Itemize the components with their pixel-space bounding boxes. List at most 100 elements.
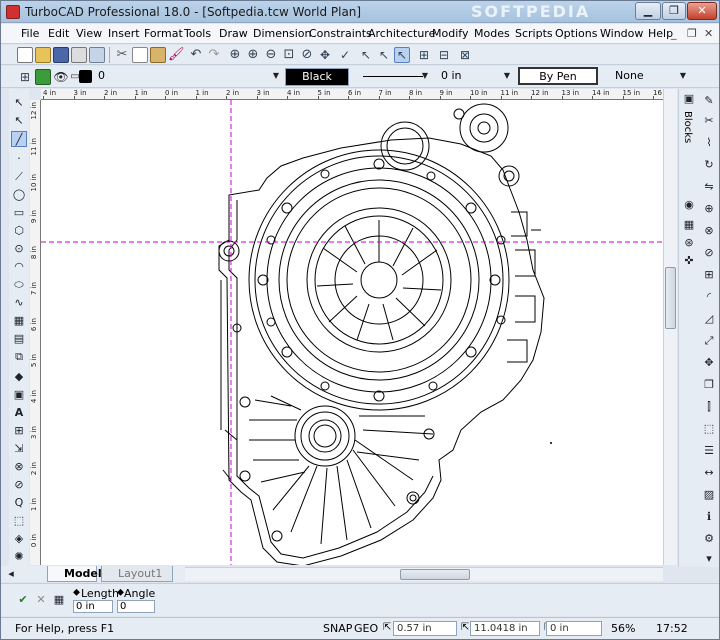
- snap-setting-icon[interactable]: ◉: [681, 197, 697, 213]
- area-icon[interactable]: ▨: [701, 487, 717, 503]
- menu-view[interactable]: View: [76, 27, 102, 40]
- zoom-previous-icon[interactable]: ⊘: [299, 47, 315, 63]
- menu-draw[interactable]: Draw: [219, 27, 248, 40]
- horizontal-scrollbar[interactable]: [185, 567, 663, 581]
- curve-tool-icon[interactable]: ∿: [11, 295, 27, 311]
- inquiry-tool-icon[interactable]: Q: [11, 495, 27, 511]
- measure-icon[interactable]: ↔: [701, 465, 717, 481]
- menu-dimension[interactable]: Dimension: [253, 27, 311, 40]
- mirror-icon[interactable]: ⇋: [701, 179, 717, 195]
- layer-color-swatch[interactable]: [79, 70, 92, 83]
- menu-insert[interactable]: Insert: [108, 27, 140, 40]
- layer-manager-icon[interactable]: ⊞: [17, 69, 33, 85]
- zoom-out-icon[interactable]: ⊖: [263, 47, 279, 63]
- help-icon[interactable]: ⊠: [457, 47, 473, 63]
- vertical-scroll-thumb[interactable]: [665, 267, 676, 329]
- palette-icon[interactable]: ▣: [681, 91, 697, 107]
- close-button[interactable]: ✕: [687, 2, 717, 20]
- text-tool-icon[interactable]: A: [11, 405, 27, 421]
- drawing-canvas[interactable]: [41, 100, 663, 565]
- circle-tool-icon[interactable]: ◯: [11, 187, 27, 203]
- world-tool-icon[interactable]: ✺: [11, 549, 27, 565]
- menu-help[interactable]: Help: [648, 27, 673, 40]
- layer-combo[interactable]: 0 ▼: [94, 68, 282, 86]
- line-style-combo[interactable]: ▼: [353, 68, 431, 86]
- menu-format[interactable]: Format: [144, 27, 183, 40]
- symbol-tool-icon[interactable]: ◆: [11, 369, 27, 385]
- pen-style-combo[interactable]: By Pen: [518, 67, 598, 85]
- geo-indicator[interactable]: GEO: [354, 622, 378, 635]
- print-icon[interactable]: [71, 47, 87, 63]
- scissors-icon[interactable]: ✂: [701, 113, 717, 129]
- paste-icon[interactable]: [150, 47, 166, 63]
- settings-icon[interactable]: ⚙: [701, 531, 717, 547]
- arc-tool-icon[interactable]: ◠: [11, 259, 27, 275]
- move-icon[interactable]: ✥: [701, 355, 717, 371]
- mdi-close-button[interactable]: ✕: [704, 27, 713, 40]
- menu-scripts[interactable]: Scripts: [515, 27, 553, 40]
- rotate-icon[interactable]: ↻: [701, 157, 717, 173]
- new-file-icon[interactable]: [17, 47, 33, 63]
- extend-icon[interactable]: ⊞: [701, 267, 717, 283]
- layer-tool-icon[interactable]: ☰: [701, 443, 717, 459]
- menu-modify[interactable]: Modify: [432, 27, 468, 40]
- array-tool-icon[interactable]: ▤: [11, 331, 27, 347]
- 3d-tool-icon[interactable]: ⬚: [11, 513, 27, 529]
- join-icon[interactable]: ⊗: [701, 223, 717, 239]
- table-icon[interactable]: ▦: [51, 592, 67, 608]
- zoom-extents-icon[interactable]: ⊡: [281, 47, 297, 63]
- multiline-tool-icon[interactable]: ⟋: [11, 169, 27, 185]
- fill-combo[interactable]: None ▼: [611, 68, 689, 86]
- chevron-down-icon[interactable]: ▾: [701, 551, 717, 567]
- grid-icon[interactable]: ▦: [681, 217, 697, 233]
- mdi-restore-button[interactable]: ❐: [687, 27, 697, 40]
- mdi-minimize-button[interactable]: _: [671, 27, 677, 40]
- point-tool-icon[interactable]: ·: [11, 151, 27, 167]
- finish-icon[interactable]: ✔: [15, 592, 31, 608]
- vertical-scrollbar[interactable]: [663, 89, 677, 565]
- menu-edit[interactable]: Edit: [48, 27, 69, 40]
- redraw-icon[interactable]: ✓: [337, 47, 353, 63]
- zoom-in-icon[interactable]: ⊕: [245, 47, 261, 63]
- ellipse-tool-icon[interactable]: ⬭: [11, 277, 27, 293]
- ortho-icon[interactable]: ⊛: [681, 235, 697, 251]
- pan-icon[interactable]: ✥: [317, 47, 333, 63]
- info-icon[interactable]: ℹ: [701, 509, 717, 525]
- transform-tool-icon[interactable]: ⇲: [11, 441, 27, 457]
- menu-architecture[interactable]: Architecture: [368, 27, 435, 40]
- explode-icon[interactable]: ⊕: [701, 201, 717, 217]
- angle-field[interactable]: 0: [117, 600, 155, 613]
- select-arrow-icon[interactable]: ↖: [11, 95, 27, 111]
- snap-indicator[interactable]: SNAP: [323, 622, 352, 635]
- format-painter-icon[interactable]: 🖌: [168, 47, 185, 63]
- edit-node-icon[interactable]: ↖: [11, 113, 27, 129]
- trim-icon[interactable]: ⊘: [701, 245, 717, 261]
- menu-tools[interactable]: Tools: [184, 27, 211, 40]
- copy-icon[interactable]: [132, 47, 148, 63]
- zoom-window-icon[interactable]: ⊕: [227, 47, 243, 63]
- restore-button[interactable]: ❐: [662, 2, 686, 20]
- pin-icon[interactable]: ✎: [701, 93, 717, 109]
- tab-scroll-icon[interactable]: ◂: [3, 566, 19, 582]
- chamfer-icon[interactable]: ◿: [701, 311, 717, 327]
- snap-icon[interactable]: ⊞: [416, 47, 432, 63]
- offset-tool-icon[interactable]: ⧉: [11, 349, 27, 365]
- redo-icon[interactable]: ↷: [206, 47, 222, 63]
- menu-options[interactable]: Options: [555, 27, 597, 40]
- cancel-icon[interactable]: ✕: [33, 592, 49, 608]
- menu-constraints[interactable]: Constraints: [309, 27, 372, 40]
- length-field[interactable]: 0 in: [73, 600, 113, 613]
- circle-center-icon[interactable]: ⊙: [11, 241, 27, 257]
- render-tool-icon[interactable]: ◈: [11, 531, 27, 547]
- scale-icon[interactable]: ⤢: [701, 333, 717, 349]
- modify-tool-icon[interactable]: ⊗: [11, 459, 27, 475]
- polygon-tool-icon[interactable]: ⬡: [11, 223, 27, 239]
- insert-object-icon[interactable]: ▣: [11, 387, 27, 403]
- menu-modes[interactable]: Modes: [474, 27, 510, 40]
- select-by-icon[interactable]: ↖: [376, 47, 392, 63]
- menu-file[interactable]: File: [21, 27, 39, 40]
- blocks-tab[interactable]: Blocks: [682, 111, 693, 143]
- tab-model[interactable]: Model: [47, 566, 102, 582]
- layer-icon[interactable]: [35, 69, 51, 85]
- group-icon[interactable]: ⬚: [701, 421, 717, 437]
